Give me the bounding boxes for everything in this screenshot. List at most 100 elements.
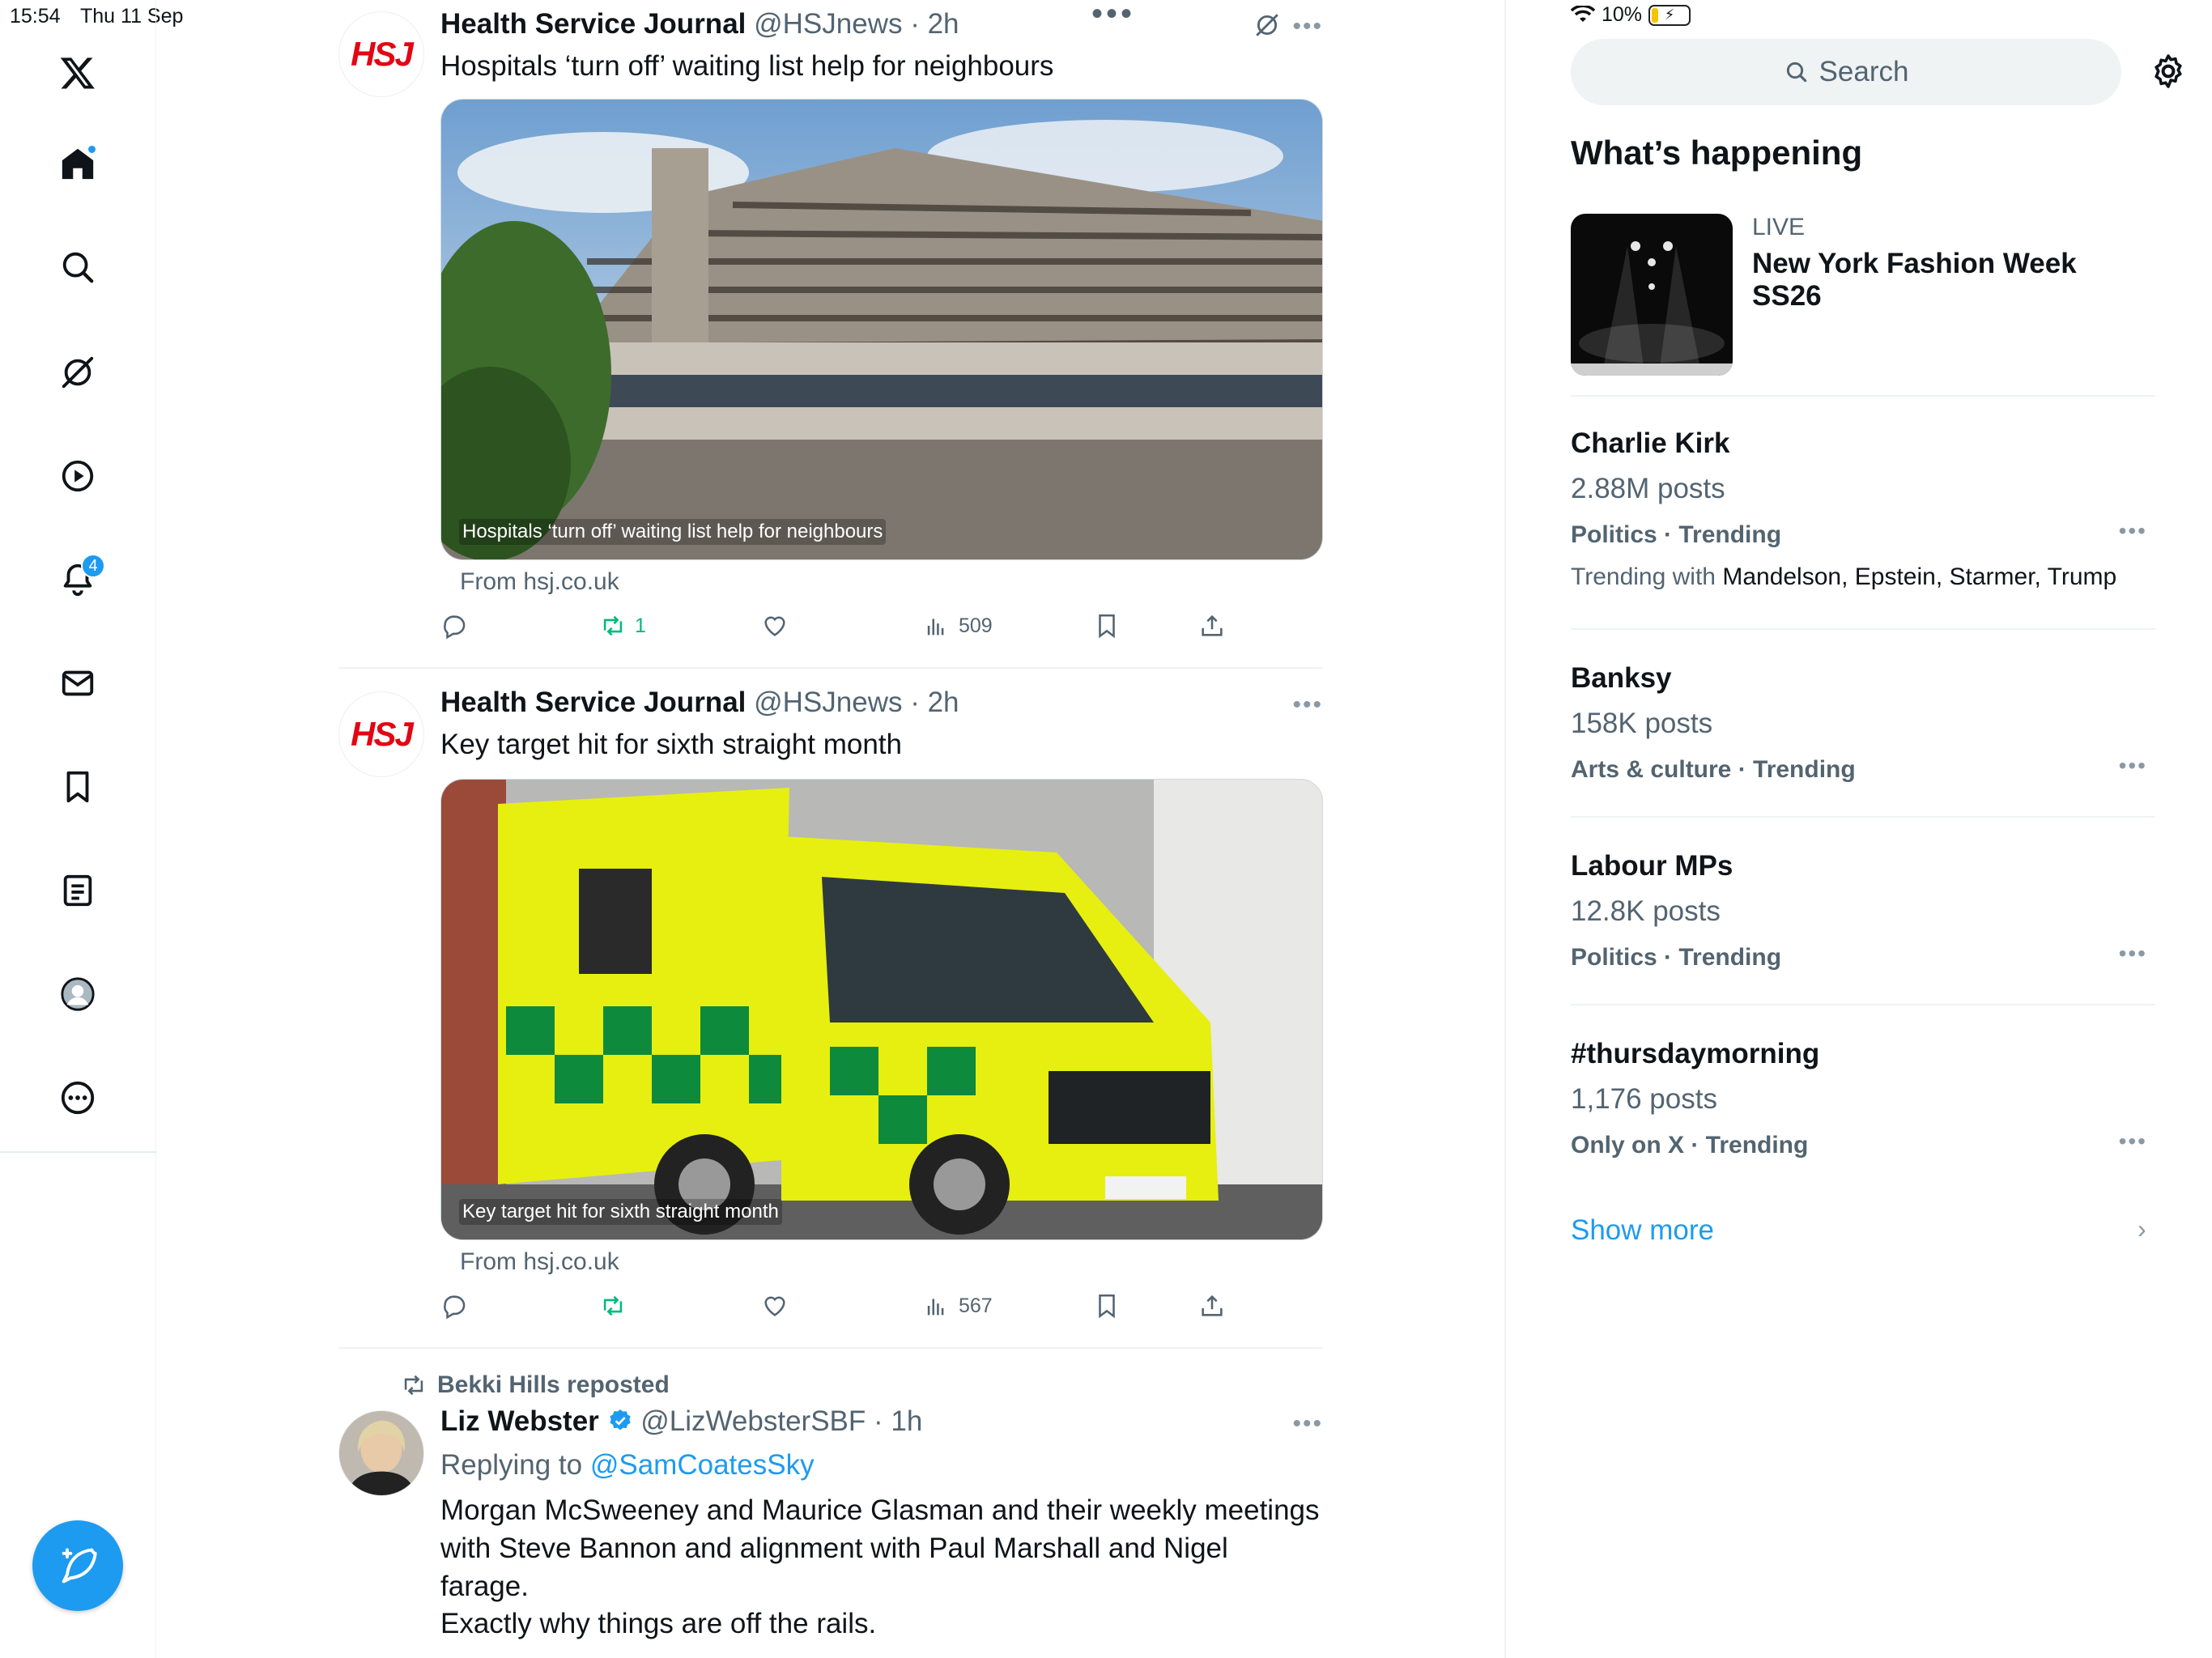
tweet-text-line: Exactly why things are off the rails.	[440, 1608, 877, 1639]
trend-more-icon[interactable]: •••	[2119, 1129, 2147, 1154]
author-handle[interactable]: @HSJnews	[754, 8, 902, 40]
tweet[interactable]: Bekki Hills reposted Liz Webster @LizWeb…	[338, 1368, 1323, 1658]
live-event-card[interactable]: LIVE New York Fashion Week SS26	[1571, 214, 2154, 397]
views-button[interactable]: 567	[923, 1292, 993, 1320]
author-name[interactable]: Health Service Journal	[440, 687, 746, 718]
more-options-icon[interactable]: •••	[1292, 691, 1323, 719]
repost-by: Bekki Hills reposted	[437, 1371, 670, 1398]
trend-more-icon[interactable]: •••	[2119, 518, 2147, 544]
live-event-title: New York Fashion Week SS26	[1752, 248, 2077, 312]
trend-more-icon[interactable]: •••	[2119, 941, 2147, 967]
share-button[interactable]	[1198, 612, 1226, 640]
repost-label[interactable]: Bekki Hills reposted	[400, 1371, 670, 1399]
bookmark-button[interactable]	[1093, 612, 1121, 640]
link-card-image[interactable]: Key target hit for sixth straight month	[440, 779, 1323, 1240]
tweet[interactable]: HSJ Health Service Journal @HSJnews · 2h…	[338, 0, 1323, 670]
link-domain[interactable]: From hsj.co.uk	[460, 1248, 619, 1276]
trend-divider	[1571, 395, 2155, 397]
trend-item[interactable]: Banksy 158K posts Arts & culture · Trend…	[1571, 662, 2155, 792]
reply-button[interactable]	[440, 1292, 468, 1320]
search-placeholder: Search	[1819, 56, 1909, 87]
author-handle[interactable]: @HSJnews	[754, 687, 902, 718]
battery-percent: 10%	[1602, 3, 1643, 26]
more-icon[interactable]	[53, 1073, 102, 1122]
hospital-photo	[441, 100, 1322, 559]
trend-with: Trending with Mandelson, Epstein, Starme…	[1571, 563, 2116, 591]
avatar[interactable]	[338, 1410, 424, 1496]
profile-icon[interactable]	[53, 970, 102, 1018]
like-button[interactable]	[761, 1292, 789, 1320]
home-icon[interactable]	[53, 139, 102, 188]
tweet-text-line: Morgan McSweeney and Maurice Glasman and…	[440, 1494, 1320, 1526]
views-button[interactable]: 509	[923, 612, 993, 640]
repost-icon	[404, 1375, 423, 1396]
tweet-time[interactable]: 2h	[928, 8, 959, 40]
trend-posts: 2.88M posts	[1571, 473, 1725, 504]
trend-with-prefix: Trending with	[1571, 563, 1716, 590]
avatar[interactable]: HSJ	[338, 11, 424, 97]
tweet-header: Health Service Journal @HSJnews · 2h	[440, 687, 959, 718]
verified-badge-icon	[609, 1409, 631, 1431]
chevron-right-icon[interactable]: ›	[2138, 1214, 2146, 1244]
trend-posts: 12.8K posts	[1571, 895, 1721, 927]
search-input[interactable]: Search	[1571, 39, 2121, 105]
trend-category: Only on X · Trending	[1571, 1132, 1809, 1158]
more-options-icon[interactable]: •••	[1292, 13, 1323, 40]
share-icon	[1202, 614, 1223, 636]
bookmarks-icon[interactable]	[53, 763, 102, 811]
views-count: 567	[959, 1294, 993, 1317]
trend-item[interactable]: #thursdaymorning 1,176 posts Only on X ·…	[1571, 1038, 2155, 1167]
author-handle[interactable]: @LizWebsterSBF	[640, 1405, 866, 1437]
tweet-actions: 567	[440, 1292, 1323, 1324]
retweet-count: 1	[635, 614, 646, 637]
bookmark-icon	[1099, 614, 1115, 639]
tweet[interactable]: HSJ Health Service Journal @HSJnews · 2h…	[338, 678, 1323, 1349]
ambulance-photo	[441, 780, 1322, 1239]
author-name[interactable]: Health Service Journal	[440, 8, 746, 40]
bookmark-button[interactable]	[1093, 1292, 1121, 1320]
retweet-button[interactable]: 1	[599, 612, 646, 640]
search-icon[interactable]	[53, 243, 102, 291]
trend-title: Charlie Kirk	[1571, 427, 1730, 459]
bookmark-icon	[1099, 1294, 1115, 1319]
tweet-time[interactable]: 1h	[891, 1405, 922, 1437]
trend-item[interactable]: Labour MPs 12.8K posts Politics · Trendi…	[1571, 850, 2155, 980]
nav-separator	[0, 1151, 156, 1153]
x-logo-icon[interactable]	[53, 49, 102, 97]
compose-feather-icon	[62, 1548, 97, 1584]
reply-button[interactable]	[440, 612, 468, 640]
trend-category: Arts & culture · Trending	[1571, 756, 1856, 783]
home-unread-dot	[87, 144, 97, 155]
trend-title: Labour MPs	[1571, 850, 1733, 882]
link-domain[interactable]: From hsj.co.uk	[460, 568, 619, 596]
retweet-icon	[603, 1295, 623, 1316]
compose-button[interactable]	[32, 1520, 123, 1611]
link-card-image[interactable]: Hospitals ‘turn off’ waiting list help f…	[440, 99, 1323, 560]
tweet-actions: 1 509	[440, 612, 1323, 644]
share-button[interactable]	[1198, 1292, 1226, 1320]
replying-to-link[interactable]: @SamCoatesSky	[590, 1449, 815, 1481]
search-icon	[1786, 62, 1806, 83]
notifications-icon[interactable]: 4	[53, 554, 105, 604]
avatar[interactable]: HSJ	[338, 691, 424, 777]
author-name[interactable]: Liz Webster	[440, 1405, 599, 1437]
retweet-button[interactable]	[599, 1292, 635, 1320]
lists-icon[interactable]	[53, 866, 102, 915]
like-button[interactable]	[761, 612, 789, 640]
messages-icon[interactable]	[53, 659, 102, 708]
hsj-logo: HSJ	[351, 35, 414, 73]
grok-icon[interactable]	[53, 348, 102, 397]
live-label: LIVE	[1752, 214, 1806, 240]
trend-item[interactable]: Charlie Kirk 2.88M posts Politics · Tren…	[1571, 427, 2155, 622]
live-event-image	[1571, 214, 1733, 376]
settings-gear-icon[interactable]	[2149, 52, 2188, 91]
more-options-icon[interactable]: •••	[1292, 1410, 1323, 1438]
tweet-text: Key target hit for sixth straight month	[440, 729, 902, 760]
trend-posts: 158K posts	[1571, 708, 1713, 739]
video-icon[interactable]	[53, 452, 102, 500]
heart-icon	[764, 1296, 785, 1316]
show-more-link[interactable]: Show more	[1571, 1214, 1714, 1247]
heart-icon	[764, 616, 785, 636]
trend-more-icon[interactable]: •••	[2119, 753, 2147, 779]
tweet-time[interactable]: 2h	[928, 687, 959, 718]
